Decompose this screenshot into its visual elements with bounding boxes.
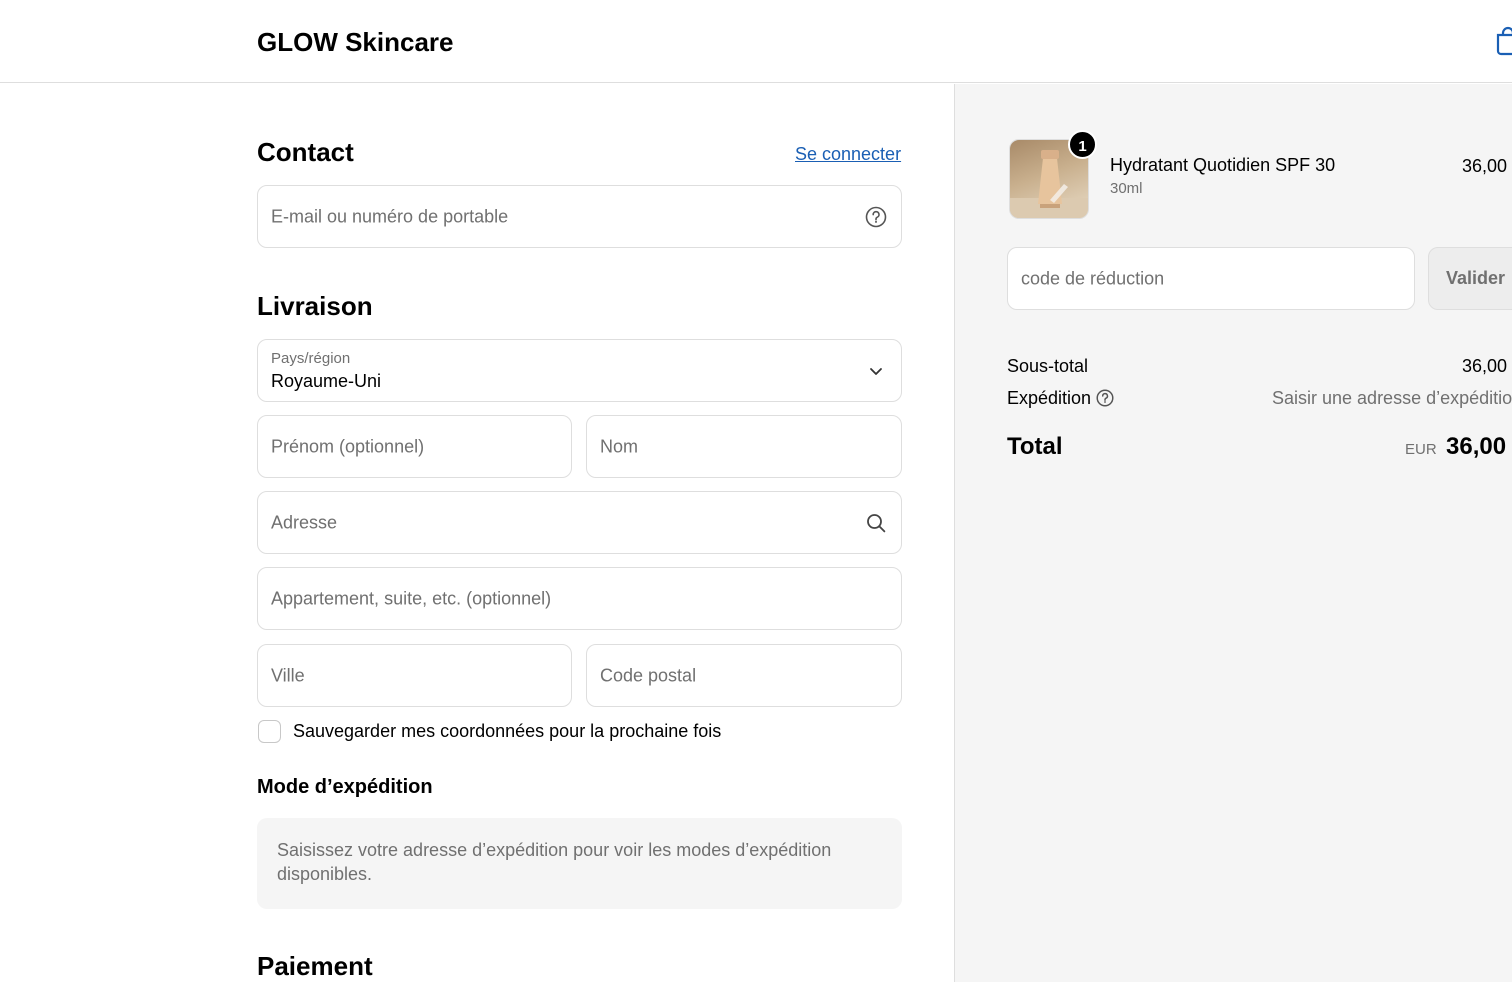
delivery-title: Livraison	[257, 291, 373, 321]
subtotal-label: Sous-total	[1007, 356, 1089, 376]
shipping-method-info: Saisissez votre adresse d’expédition pou…	[257, 818, 902, 909]
last-name-placeholder: Nom	[600, 436, 639, 456]
search-icon[interactable]	[865, 512, 887, 534]
address-field[interactable]: Adresse	[257, 491, 902, 554]
shipping-method-title: Mode d’expédition	[257, 776, 433, 798]
shipping-value: Saisir une adresse d’expéditio	[1272, 388, 1512, 408]
first-name-placeholder: Prénom (optionnel)	[271, 436, 425, 456]
question-circle-icon[interactable]	[1096, 389, 1114, 407]
address-placeholder: Adresse	[271, 512, 338, 532]
contact-title: Contact	[257, 137, 354, 167]
country-label: Pays/région	[271, 350, 351, 367]
quantity-badge: 1	[1068, 130, 1097, 159]
country-select[interactable]: Pays/région Royaume-Uni	[257, 339, 902, 402]
first-name-field[interactable]: Prénom (optionnel)	[257, 415, 572, 478]
last-name-field[interactable]: Nom	[586, 415, 902, 478]
discount-code-placeholder: code de réduction	[1021, 268, 1165, 288]
total-currency: EUR	[1405, 441, 1437, 458]
city-placeholder: Ville	[271, 665, 305, 685]
apartment-placeholder: Appartement, suite, etc. (optionnel)	[271, 588, 552, 608]
apartment-field[interactable]: Appartement, suite, etc. (optionnel)	[257, 567, 902, 630]
save-info-checkbox[interactable]	[258, 720, 281, 743]
header: GLOW Skincare	[0, 0, 1512, 83]
chevron-down-icon	[870, 367, 882, 375]
product-name: Hydratant Quotidien SPF 30	[1110, 155, 1336, 175]
total-label: Total	[1007, 433, 1063, 460]
login-link[interactable]: Se connecter	[795, 144, 901, 165]
apply-discount-button[interactable]: Valider	[1428, 247, 1512, 310]
shipping-label: Expédition	[1007, 388, 1092, 408]
subtotal-value: 36,00	[1462, 356, 1508, 376]
total-value: 36,00	[1446, 433, 1507, 460]
email-placeholder: E-mail ou numéro de portable	[271, 206, 509, 226]
postal-code-placeholder: Code postal	[600, 665, 697, 685]
question-circle-icon[interactable]	[865, 206, 887, 228]
email-field[interactable]: E-mail ou numéro de portable	[257, 185, 902, 248]
postal-code-field[interactable]: Code postal	[586, 644, 902, 707]
shopping-bag-icon[interactable]	[1494, 26, 1512, 56]
payment-title: Paiement	[257, 951, 373, 981]
country-value: Royaume-Uni	[271, 371, 382, 391]
shipping-method-info-text: Saisissez votre adresse d’expédition pou…	[277, 840, 832, 884]
city-field[interactable]: Ville	[257, 644, 572, 707]
brand-logo[interactable]: GLOW Skincare	[257, 27, 454, 58]
product-variant: 30ml	[1110, 180, 1143, 197]
discount-code-field[interactable]: code de réduction	[1007, 247, 1415, 310]
product-price: 36,00	[1462, 156, 1508, 176]
save-info-label[interactable]: Sauvegarder mes coordonnées pour la proc…	[293, 721, 721, 742]
